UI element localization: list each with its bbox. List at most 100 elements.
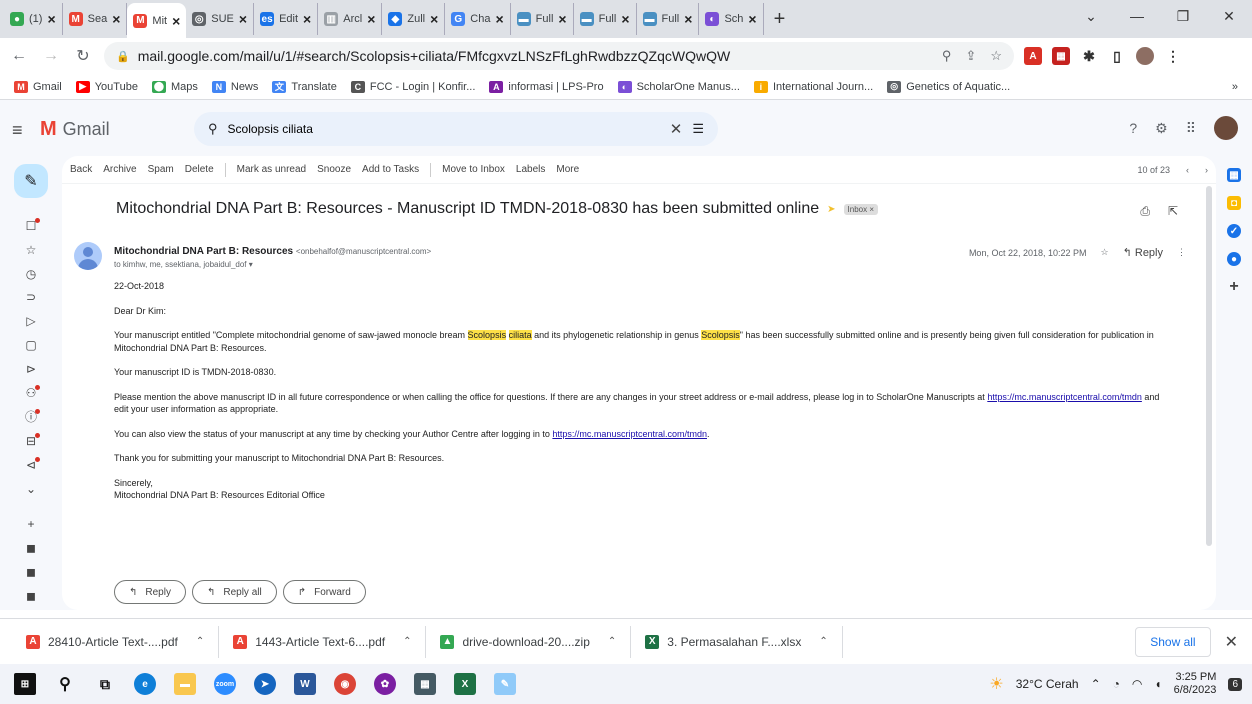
drafts-icon[interactable]: ▢ <box>21 335 41 355</box>
reply-button[interactable]: ↰ Reply <box>114 580 186 604</box>
browser-tab[interactable]: ◐ Sch × <box>699 3 764 35</box>
network-icon[interactable]: ◔ <box>1113 677 1120 691</box>
download-item[interactable]: A 1443-Article Text-6....pdf ⌃ <box>219 625 427 658</box>
account-avatar[interactable] <box>1214 116 1238 140</box>
browser-tab[interactable]: ◎ SUE × <box>186 3 255 35</box>
tab-close-icon[interactable]: × <box>430 11 438 27</box>
settings-gear-icon[interactable]: ⚙ <box>1155 120 1168 137</box>
file-explorer-icon[interactable]: ▬ <box>174 673 196 695</box>
action-archive-button[interactable]: Archive <box>103 164 136 175</box>
gmail-logo[interactable]: M Gmail <box>40 118 110 141</box>
calendar-extension-icon[interactable]: ▦ <box>1052 47 1070 65</box>
tasks-icon[interactable]: ✓ <box>1227 224 1241 238</box>
profile-avatar[interactable] <box>1136 47 1154 65</box>
share-icon[interactable]: ⇪ <box>965 48 976 64</box>
browser-tab[interactable]: ▬ Full × <box>511 3 574 35</box>
action-delete-button[interactable]: Delete <box>185 164 214 175</box>
more-chevron-icon[interactable]: ⌄ <box>21 479 41 499</box>
bookmark-item[interactable]: i International Journ... <box>753 80 873 93</box>
get-addons-icon[interactable]: + <box>1227 278 1241 295</box>
mail-search-bar[interactable]: ⚲ ✕ ☰ <box>194 112 718 146</box>
next-message-icon[interactable]: › <box>1205 165 1208 175</box>
starred-icon[interactable]: ☆ <box>21 240 41 260</box>
main-menu-icon[interactable]: ≡ <box>12 120 23 141</box>
reply-all-button[interactable]: ↰ Reply all <box>191 580 277 604</box>
browser-tab[interactable]: G Cha × <box>445 3 511 35</box>
notifications-icon[interactable]: 6 <box>1228 677 1242 691</box>
chrome-menu-icon[interactable]: ⋮ <box>1164 47 1182 65</box>
label-tag-icon[interactable]: ◼ <box>21 586 41 606</box>
browser-tab[interactable]: ▬ Full × <box>637 3 700 35</box>
bookmark-item[interactable]: ◎ Genetics of Aquatic... <box>887 80 1010 93</box>
bookmark-star-icon[interactable]: ☆ <box>990 48 1002 64</box>
browser-tab[interactable]: ▥ Arcl × <box>318 3 383 35</box>
browser-tab[interactable]: es Edit × <box>254 3 319 35</box>
bookmark-item[interactable]: N News <box>211 80 258 93</box>
star-icon[interactable]: ☆ <box>1101 247 1109 258</box>
open-new-window-icon[interactable]: ⇱ <box>1168 204 1178 219</box>
paint-icon[interactable]: ✎ <box>494 673 516 695</box>
tab-close-icon[interactable]: × <box>684 11 692 27</box>
weather-icon[interactable]: ☀ <box>989 674 1003 694</box>
manuscript-link[interactable]: https://mc.manuscriptcentral.com/tmdn <box>987 392 1142 402</box>
tray-chevron-icon[interactable]: ⌃ <box>1091 677 1101 691</box>
download-item[interactable]: ▲ drive-download-20....zip ⌃ <box>426 625 632 658</box>
tab-close-icon[interactable]: × <box>47 11 55 27</box>
restore-button[interactable]: ❐ <box>1160 0 1206 32</box>
label-tag-icon[interactable]: ◼ <box>21 538 41 558</box>
download-item[interactable]: A 28410-Article Text-....pdf ⌃ <box>12 625 220 658</box>
compose-button[interactable]: ✎ <box>14 164 48 198</box>
forward-arrow-icon[interactable]: → <box>40 47 62 65</box>
calculator-icon[interactable]: ▦ <box>414 673 436 695</box>
recipients[interactable]: to kimhw, me, ssektiana, jobaidul_dof ▾ <box>114 260 253 269</box>
volume-icon[interactable]: ◖ <box>1154 677 1161 691</box>
tab-close-icon[interactable]: × <box>495 11 503 27</box>
download-item[interactable]: X 3. Permasalahan F....xlsx ⌃ <box>631 625 843 658</box>
browser-tab[interactable]: M Sea × <box>63 3 128 35</box>
important-marker-icon[interactable]: ➤ <box>827 204 835 215</box>
action-back-button[interactable]: Back <box>70 164 92 175</box>
address-bar[interactable]: 🔒 mail.google.com/mail/u/1/#search/Scolo… <box>104 42 1014 70</box>
search-input[interactable] <box>227 122 648 136</box>
reload-icon[interactable]: ↻ <box>72 46 94 66</box>
tab-close-icon[interactable]: × <box>303 11 311 27</box>
inbox-label-badge[interactable]: Inbox × <box>843 203 878 215</box>
action-labels-button[interactable]: Labels <box>516 164 545 175</box>
calendar-icon[interactable]: ▦ <box>1227 168 1241 182</box>
bookmark-item[interactable]: M Gmail <box>14 80 62 93</box>
snoozed-icon[interactable]: ◷ <box>21 264 41 284</box>
word-icon[interactable]: W <box>294 673 316 695</box>
bookmark-item[interactable]: ◐ ScholarOne Manus... <box>617 80 740 93</box>
puzzle-icon[interactable]: ✱ <box>1080 47 1098 65</box>
zoom-icon[interactable]: zoom <box>214 673 236 695</box>
search-icon[interactable]: ⚲ <box>208 121 218 137</box>
app-icon[interactable]: ✿ <box>374 673 396 695</box>
sent-icon[interactable]: ▷ <box>21 311 41 331</box>
label-icon[interactable]: ⊳ <box>21 359 41 379</box>
contacts-icon[interactable]: ⚇ <box>21 383 41 403</box>
bookmark-item[interactable]: ▶ YouTube <box>75 80 138 93</box>
action-move-to-inbox-button[interactable]: Move to Inbox <box>442 164 505 175</box>
blue-app-icon[interactable]: ➤ <box>254 673 276 695</box>
contacts-side-icon[interactable]: ● <box>1227 252 1241 266</box>
action-more-button[interactable]: More <box>556 164 579 175</box>
acrobat-extension-icon[interactable]: A <box>1024 47 1042 65</box>
tab-close-icon[interactable]: × <box>239 11 247 27</box>
chrome-icon[interactable]: ◉ <box>334 673 356 695</box>
message-scrollbar[interactable] <box>1206 186 1212 546</box>
windows-start-icon[interactable]: ⊞ <box>14 673 36 695</box>
bookmarks-overflow-icon[interactable]: » <box>1232 81 1238 93</box>
print-icon[interactable]: ⎙ <box>1140 204 1150 219</box>
bookmark-item[interactable]: Ainformasi | LPS-Pro <box>489 80 604 93</box>
important-icon[interactable]: ⊃ <box>21 287 41 307</box>
tab-search-icon[interactable]: ⌄ <box>1068 0 1114 32</box>
support-icon[interactable]: ? <box>1129 120 1137 136</box>
bookmark-item[interactable]: C FCC - Login | Konfir... <box>350 80 475 93</box>
tab-close-icon[interactable]: × <box>112 11 120 27</box>
apps-grid-icon[interactable]: ⠿ <box>1186 120 1196 137</box>
tab-close-icon[interactable]: × <box>367 11 375 27</box>
info-icon[interactable]: ⓘ <box>21 407 41 427</box>
forums-icon[interactable]: ⊟ <box>21 431 41 451</box>
label-tag-icon[interactable]: ◼ <box>21 562 41 582</box>
tab-close-icon[interactable]: × <box>172 13 180 29</box>
